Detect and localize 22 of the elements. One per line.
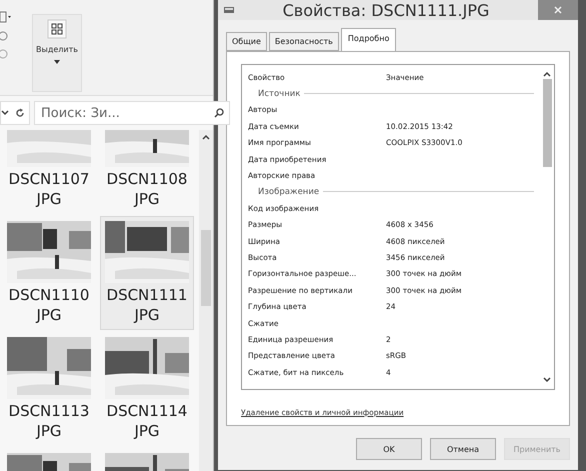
tab[interactable]: Подробно (340, 28, 396, 51)
file-name: DSCN1108 JPG (106, 169, 188, 209)
dialog-button[interactable]: OK (356, 438, 422, 460)
group-header: Источник (258, 88, 300, 99)
file-item[interactable]: DSCN1113 JPG (2, 332, 96, 446)
file-item[interactable]: DSCN1107 JPG (2, 130, 96, 214)
search-field[interactable]: Поиск: Зи... (34, 101, 230, 125)
group-header: Изображение (258, 186, 320, 197)
file-name: DSCN1107 JPG (8, 169, 90, 209)
window-title: Свойства: DSCN1111.JPG (282, 0, 490, 20)
tab[interactable]: Общие (226, 32, 267, 51)
file-item[interactable]: DSCN1111 JPG (100, 216, 194, 330)
dialog-button[interactable]: Отмена (430, 438, 496, 460)
file-item[interactable]: DSCN1110 JPG (2, 216, 96, 330)
file-name: DSCN1110 JPG (8, 285, 90, 325)
file-item[interactable]: DSCN1108 JPG (100, 130, 194, 214)
file-name: DSCN1113 JPG (8, 401, 90, 441)
tab[interactable]: Безопасность (268, 32, 339, 51)
file-name: DSCN1111 JPG (106, 285, 188, 325)
file-name: DSCN1114 JPG (106, 401, 188, 441)
select-button[interactable]: Выделить (32, 14, 82, 92)
file-item[interactable]: DSCN1114 JPG (100, 332, 194, 446)
